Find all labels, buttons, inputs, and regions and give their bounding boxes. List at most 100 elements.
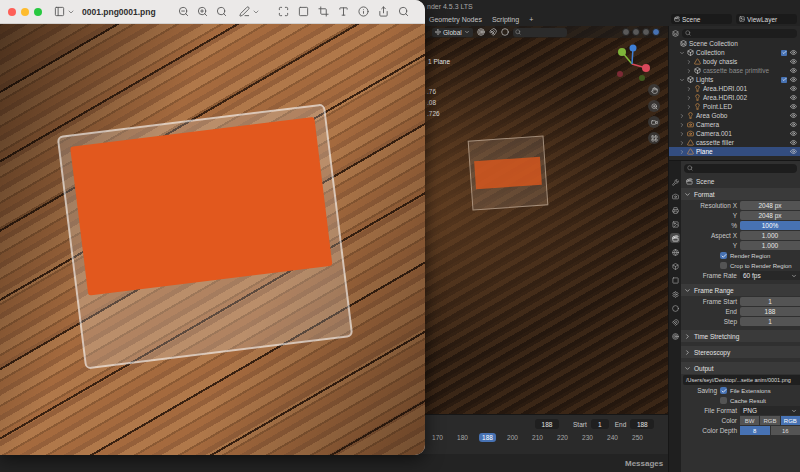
zoom-button[interactable] [34,8,42,16]
outliner-item[interactable]: Area Gobo [669,111,800,120]
visibility-eye-icon[interactable] [790,103,797,110]
number-field[interactable]: 1.000 [740,231,800,240]
outliner-item[interactable]: cassette filler [669,138,800,147]
expand-toggle[interactable] [686,86,692,92]
expand-toggle[interactable] [679,50,685,56]
properties-tab[interactable] [670,219,680,229]
dropdown-field[interactable]: 60 fps [740,271,800,280]
expand-toggle[interactable] [686,59,692,65]
navigation-gizmo-icon[interactable] [612,44,652,84]
playhead-frame[interactable]: 188 [479,433,496,442]
outliner-item[interactable]: Collection [669,48,800,57]
exclude-checkbox[interactable] [781,50,787,56]
visibility-eye-icon[interactable] [790,85,797,92]
checkbox[interactable] [720,397,727,404]
display-mode-icon[interactable] [672,30,679,37]
panel-header[interactable]: Time Stretching [681,330,800,342]
visibility-eye-icon[interactable] [790,148,797,155]
number-field[interactable]: 2048 px [740,201,800,210]
properties-tab[interactable] [670,177,680,187]
solid-shading-button[interactable] [632,28,640,36]
checkbox-field[interactable]: Render Region [720,252,800,259]
outliner-search[interactable] [682,29,797,38]
visibility-eye-icon[interactable] [790,139,797,146]
zoom-in-icon[interactable] [197,6,208,17]
expand-toggle[interactable] [679,131,685,137]
properties-tab[interactable] [670,247,680,257]
panel-header[interactable]: Format [681,188,800,200]
expand-toggle[interactable] [679,149,685,155]
properties-tab[interactable] [670,191,680,201]
properties-search[interactable] [684,164,797,173]
number-field[interactable]: 1 [740,297,800,306]
zoom-out-icon[interactable] [178,6,189,17]
expand-toggle[interactable] [679,113,685,119]
expand-toggle[interactable] [679,122,685,128]
snap-icon[interactable] [489,28,497,36]
panel-header[interactable]: Stereoscopy [681,346,800,358]
viewport-search[interactable] [513,28,567,37]
toggle-button[interactable]: 8 [740,426,770,435]
outliner-item[interactable]: Plane [669,147,800,156]
actual-size-icon[interactable] [216,6,227,17]
sidebar-toggle[interactable] [54,6,75,17]
visibility-eye-icon[interactable] [790,76,797,83]
crop-icon[interactable] [318,6,329,17]
exclude-checkbox[interactable] [781,77,787,83]
start-frame-field[interactable]: 1 [591,419,609,429]
checkbox-field[interactable]: Crop to Render Region [720,262,800,269]
properties-tab[interactable] [670,205,680,215]
expand-toggle[interactable] [679,77,685,83]
dropdown-field[interactable]: PNG [740,406,800,415]
visibility-eye-icon[interactable] [790,67,797,74]
expand-toggle[interactable] [686,95,692,101]
checkbox[interactable] [720,387,727,394]
share-icon[interactable] [378,6,389,17]
scene-selector[interactable]: Scene [671,14,732,24]
workspace-tab[interactable]: Scripting [490,15,521,24]
ortho-toggle-button[interactable] [648,132,660,144]
visibility-eye-icon[interactable] [790,58,797,65]
properties-tab[interactable] [670,233,680,243]
properties-tab[interactable] [670,261,680,271]
end-frame-field[interactable]: 188 [630,419,654,429]
workspace-tab[interactable]: Geometry Nodes [427,15,484,24]
select-icon[interactable] [298,6,309,17]
info-icon[interactable] [358,6,369,17]
visibility-eye-icon[interactable] [790,130,797,137]
current-frame-field[interactable]: 188 [535,419,559,429]
expand-toggle[interactable] [679,140,685,146]
properties-tab[interactable] [670,331,680,341]
proportional-edit-icon[interactable] [501,28,509,36]
toggle-button[interactable]: 16 [771,426,800,435]
properties-tab[interactable] [670,275,680,285]
outliner-item[interactable]: Area.HDRI.002 [669,93,800,102]
visibility-eye-icon[interactable] [790,49,797,56]
visibility-eye-icon[interactable] [790,94,797,101]
expand-toggle[interactable] [686,104,692,110]
number-field[interactable]: 2048 px [740,211,800,220]
camera-view-button[interactable] [648,116,660,128]
close-button[interactable] [8,8,16,16]
add-workspace-button[interactable]: + [527,15,535,24]
outliner-item[interactable]: Area.HDRI.001 [669,84,800,93]
minimize-button[interactable] [21,8,29,16]
orientation-dropdown[interactable]: Global [432,28,473,37]
toggle-button[interactable]: BW [740,416,759,425]
zoom-button[interactable] [648,100,660,112]
search-icon[interactable] [398,6,409,17]
properties-tab[interactable] [670,289,680,299]
pan-button[interactable] [648,84,660,96]
number-field[interactable]: 188 [740,307,800,316]
outliner-item[interactable]: Scene Collection [669,39,800,48]
outliner-item[interactable]: cassette base primitive [669,66,800,75]
output-path-field[interactable]: /Users/seyi/Desktop/...sette anim/0001.p… [683,375,800,385]
view-layer-selector[interactable]: ViewLayer [736,14,797,24]
expand-toggle[interactable] [686,68,692,74]
properties-tab[interactable] [670,317,680,327]
wireframe-shading-button[interactable] [622,28,630,36]
checkbox[interactable] [720,252,727,259]
visibility-eye-icon[interactable] [790,121,797,128]
outliner-item[interactable]: Lights [669,75,800,84]
checkbox[interactable] [720,262,727,269]
